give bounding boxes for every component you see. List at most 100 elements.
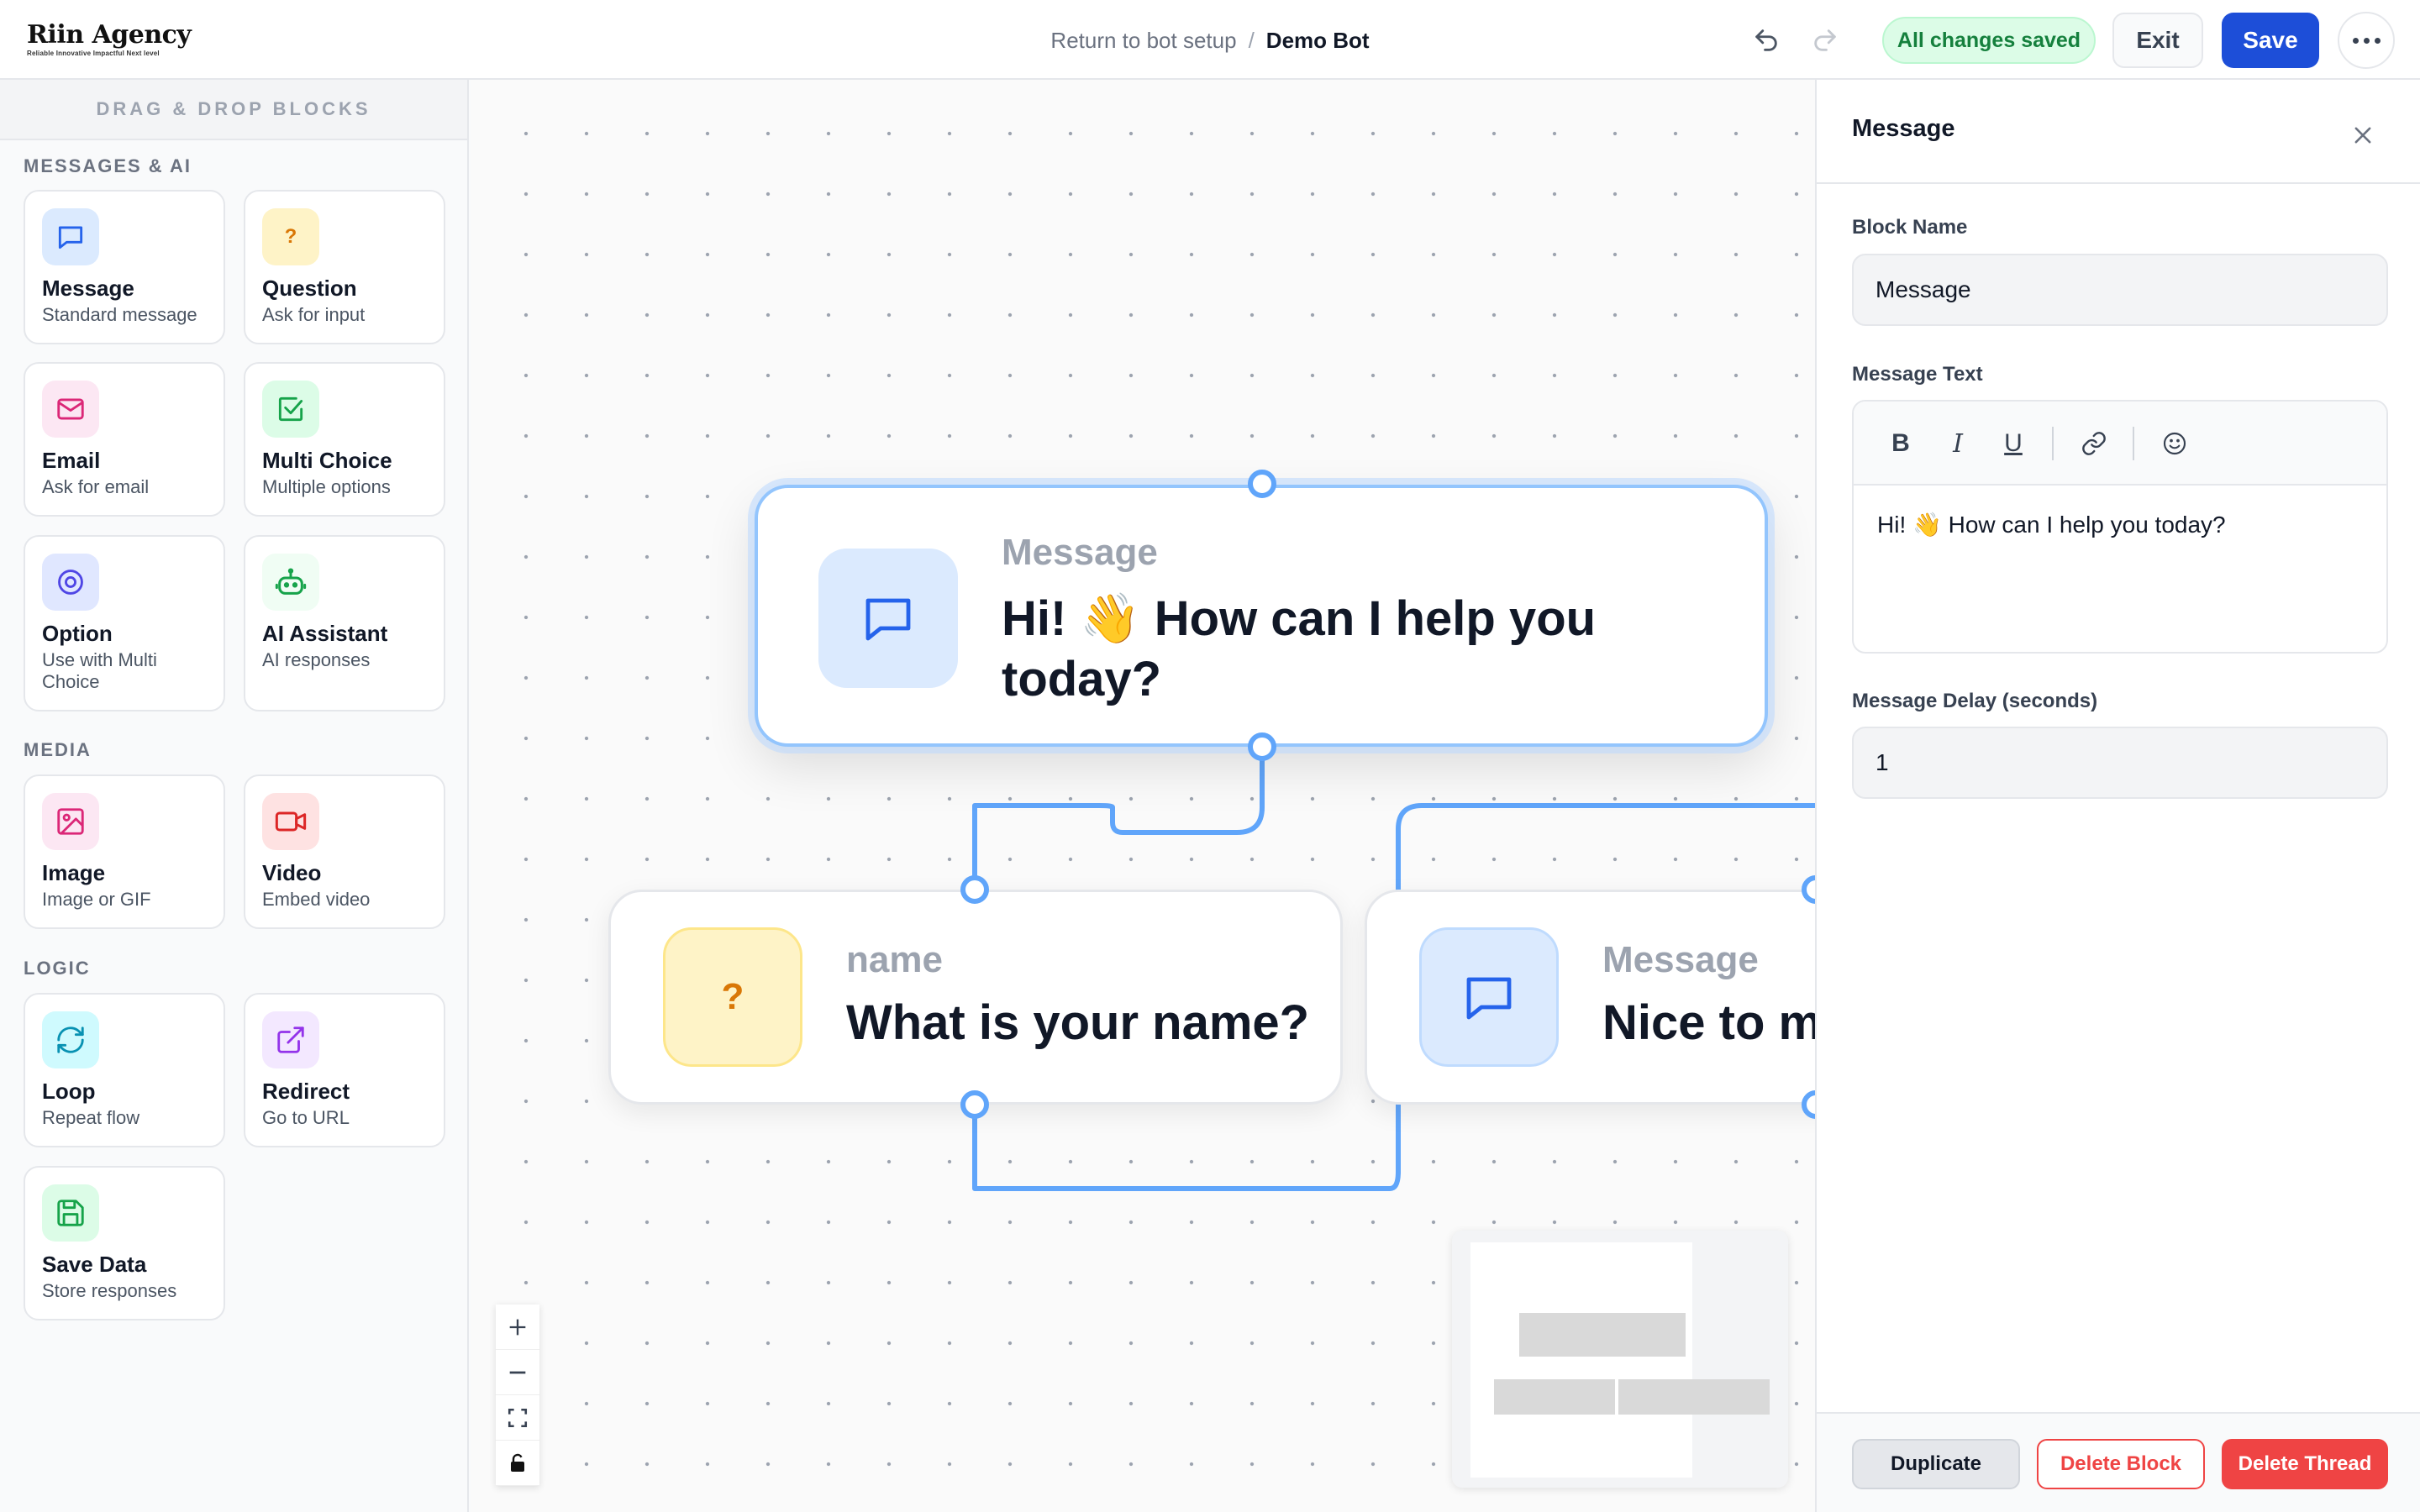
- more-options-icon[interactable]: [2338, 12, 2395, 69]
- breadcrumb-back-link[interactable]: Return to bot setup: [1050, 28, 1236, 53]
- connector-line: [972, 744, 1265, 892]
- connection-handle[interactable]: [960, 875, 989, 904]
- node-text: What is your name?: [846, 995, 1310, 1050]
- panel-title: Message: [1852, 115, 1955, 142]
- connector-line: [972, 1102, 1401, 1191]
- breadcrumb-current: Demo Bot: [1265, 28, 1370, 53]
- block-card-title: Image: [42, 860, 106, 885]
- close-icon[interactable]: [2346, 118, 2380, 152]
- loop-icon: [42, 1011, 99, 1068]
- zoom-out-icon[interactable]: [496, 1350, 539, 1395]
- message-text-editor: B I U Hi! 👋 How can I help you today?: [1852, 400, 2388, 654]
- flow-node-message[interactable]: Message Nice to m: [1365, 890, 1815, 1105]
- emoji-icon[interactable]: [2158, 427, 2191, 460]
- section-label-logic: LOGIC: [24, 958, 91, 979]
- node-label: Message: [1602, 939, 1759, 980]
- block-card-subtitle: Repeat flow: [42, 1107, 140, 1128]
- block-card-subtitle: Go to URL: [262, 1107, 350, 1128]
- panel-footer: Duplicate Delete Block Delete Thread: [1817, 1412, 2420, 1512]
- block-card-subtitle: Standard message: [42, 304, 197, 325]
- block-card-subtitle: Image or GIF: [42, 889, 151, 910]
- floppy-disk-icon: [42, 1184, 99, 1242]
- zoom-controls: [496, 1305, 539, 1486]
- fit-view-icon[interactable]: [496, 1395, 539, 1441]
- block-card-message[interactable]: Message Standard message: [24, 190, 225, 344]
- block-card-title: Save Data: [42, 1252, 147, 1277]
- question-icon: ?: [663, 927, 802, 1067]
- link-icon[interactable]: [2077, 427, 2111, 460]
- save-status-badge: All changes saved: [1882, 17, 2096, 64]
- block-card-title: Multi Choice: [262, 448, 392, 473]
- delete-block-button[interactable]: Delete Block: [2037, 1439, 2205, 1489]
- block-card-image[interactable]: Image Image or GIF: [24, 774, 225, 929]
- image-icon: [42, 793, 99, 850]
- section-label-media: MEDIA: [24, 739, 92, 760]
- block-card-title: Option: [42, 621, 113, 646]
- question-icon: ?: [262, 208, 319, 265]
- chat-bubble-icon: [42, 208, 99, 265]
- block-card-question[interactable]: ? Question Ask for input: [244, 190, 445, 344]
- video-icon: [262, 793, 319, 850]
- node-label: name: [846, 939, 943, 980]
- message-text-label: Message Text: [1852, 363, 1983, 386]
- connector-line: [1396, 803, 1815, 892]
- block-card-title: Loop: [42, 1079, 96, 1104]
- block-card-option[interactable]: Option Use with Multi Choice: [24, 535, 225, 711]
- message-delay-input[interactable]: 1: [1852, 727, 2388, 799]
- top-bar: Riin Agency Reliable Innovative Impactfu…: [0, 0, 2420, 80]
- block-card-multi-choice[interactable]: Multi Choice Multiple options: [244, 362, 445, 517]
- node-text: Nice to m: [1602, 995, 1815, 1050]
- radio-icon: [42, 554, 99, 611]
- chat-bubble-icon: [818, 549, 958, 688]
- toolbar-divider: [2052, 427, 2054, 460]
- block-name-label: Block Name: [1852, 216, 1968, 239]
- message-delay-label: Message Delay (seconds): [1852, 690, 2098, 712]
- connection-handle[interactable]: [1248, 470, 1276, 498]
- block-card-title: AI Assistant: [262, 621, 388, 646]
- block-card-title: Message: [42, 276, 134, 301]
- breadcrumb-separator: /: [1248, 28, 1255, 53]
- section-label-messages: MESSAGES & AI: [24, 155, 192, 176]
- block-card-subtitle: Use with Multi Choice: [42, 649, 157, 692]
- block-properties-panel: Message Block Name Message Message Text …: [1815, 80, 2420, 1512]
- block-card-ai-assistant[interactable]: AI Assistant AI responses: [244, 535, 445, 711]
- flow-node-message-selected[interactable]: Message Hi! 👋 How can I help you today?: [755, 485, 1768, 747]
- chat-bubble-icon: [1419, 927, 1559, 1067]
- block-card-loop[interactable]: Loop Repeat flow: [24, 993, 225, 1147]
- checkbox-icon: [262, 381, 319, 438]
- connection-handle[interactable]: [1248, 732, 1276, 761]
- panel-header: Message: [1817, 80, 2420, 184]
- connection-handle[interactable]: [960, 1090, 989, 1119]
- lock-icon[interactable]: [496, 1441, 539, 1486]
- redo-icon[interactable]: [1808, 24, 1842, 57]
- block-name-input[interactable]: Message: [1852, 254, 2388, 326]
- node-text: Hi! 👋 How can I help you today?: [1002, 591, 1597, 706]
- italic-button[interactable]: I: [1941, 427, 1975, 460]
- block-card-email[interactable]: Email Ask for email: [24, 362, 225, 517]
- block-card-subtitle: Embed video: [262, 889, 371, 910]
- save-button[interactable]: Save: [2222, 13, 2319, 68]
- block-card-subtitle: AI responses: [262, 649, 371, 670]
- block-card-title: Email: [42, 448, 101, 473]
- minimap[interactable]: [1452, 1231, 1788, 1488]
- robot-icon: [262, 554, 319, 611]
- duplicate-button[interactable]: Duplicate: [1852, 1439, 2020, 1489]
- delete-thread-button[interactable]: Delete Thread: [2222, 1439, 2388, 1489]
- toolbar-divider: [2133, 427, 2134, 460]
- block-card-redirect[interactable]: Redirect Go to URL: [244, 993, 445, 1147]
- block-card-video[interactable]: Video Embed video: [244, 774, 445, 929]
- block-card-subtitle: Ask for input: [262, 304, 366, 325]
- block-card-subtitle: Multiple options: [262, 476, 391, 497]
- flow-canvas[interactable]: Message Hi! 👋 How can I help you today? …: [471, 80, 1815, 1512]
- block-card-title: Video: [262, 860, 322, 885]
- underline-button[interactable]: U: [1996, 427, 2030, 460]
- block-card-save-data[interactable]: Save Data Store responses: [24, 1166, 225, 1320]
- bold-button[interactable]: B: [1884, 427, 1918, 460]
- undo-icon[interactable]: [1749, 24, 1783, 57]
- message-text-input[interactable]: Hi! 👋 How can I help you today?: [1854, 486, 2386, 564]
- flow-node-question[interactable]: ? name What is your name?: [608, 890, 1343, 1105]
- envelope-icon: [42, 381, 99, 438]
- exit-button[interactable]: Exit: [2112, 13, 2203, 68]
- zoom-in-icon[interactable]: [496, 1305, 539, 1350]
- block-card-subtitle: Ask for email: [42, 476, 150, 497]
